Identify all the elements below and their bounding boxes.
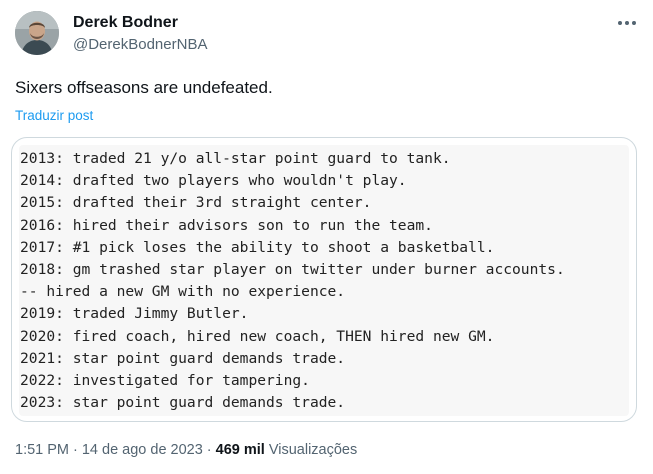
views-label: Visualizações bbox=[268, 442, 358, 458]
image-line: 2021: star point guard demands trade. bbox=[20, 349, 346, 367]
post-time[interactable]: 1:51 PM bbox=[15, 442, 69, 458]
author-name[interactable]: Derek Bodner bbox=[73, 13, 178, 33]
image-line: 2014: drafted two players who wouldn't p… bbox=[20, 172, 407, 190]
author-handle[interactable]: @DerekBodnerNBA bbox=[73, 35, 207, 55]
meta-separator: · bbox=[206, 442, 212, 458]
image-line: 2020: fired coach, hired new coach, THEN… bbox=[20, 327, 495, 345]
image-line: 2023: star point guard demands trade. bbox=[20, 394, 346, 412]
text-screenshot: 2013: traded 21 y/o all-star point guard… bbox=[19, 145, 629, 416]
image-line: 2013: traded 21 y/o all-star point guard… bbox=[20, 150, 451, 167]
more-options-icon bbox=[618, 21, 636, 25]
image-line: 2018: gm trashed star player on twitter … bbox=[20, 261, 565, 279]
avatar[interactable] bbox=[15, 11, 59, 55]
translate-post-link[interactable]: Traduzir post bbox=[15, 107, 93, 125]
image-line: -- hired a new GM with no experience. bbox=[20, 283, 346, 301]
more-options-button[interactable] bbox=[612, 10, 642, 36]
image-line: 2022: investigated for tampering. bbox=[20, 372, 310, 390]
post-image[interactable]: 2013: traded 21 y/o all-star point guard… bbox=[11, 137, 637, 422]
post-text: Sixers offseasons are undefeated. bbox=[15, 78, 273, 97]
views-count: 469 mil bbox=[215, 442, 265, 458]
post-date[interactable]: 14 de ago de 2023 bbox=[82, 442, 203, 458]
image-line: 2016: hired their advisors son to run th… bbox=[20, 216, 433, 234]
image-line: 2015: drafted their 3rd straight center. bbox=[20, 194, 372, 212]
image-line: 2019: traded Jimmy Butler. bbox=[20, 305, 249, 323]
image-line: 2017: #1 pick loses the ability to shoot… bbox=[20, 238, 495, 256]
meta-separator: · bbox=[73, 442, 78, 458]
tweet: Derek Bodner @DerekBodnerNBA Sixers offs… bbox=[0, 0, 653, 474]
post-metadata: 1:51 PM · 14 de ago de 2023 · 469 mil Visual… bbox=[15, 440, 357, 460]
profile-photo-icon bbox=[15, 11, 59, 55]
